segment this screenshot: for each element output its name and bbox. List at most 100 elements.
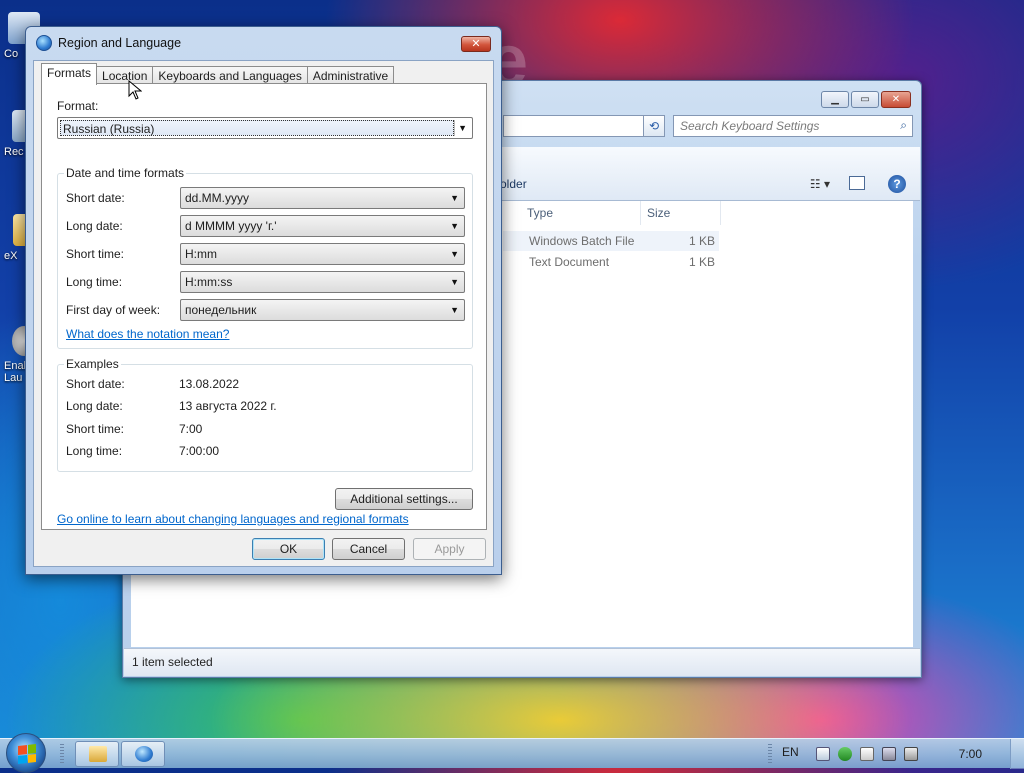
additional-settings-button[interactable]: Additional settings... — [335, 488, 473, 510]
explorer-close-button[interactable]: ✕ — [881, 91, 911, 108]
format-select[interactable]: Russian (Russia) ▼ — [57, 117, 473, 139]
search-input[interactable]: Search Keyboard Settings ⌕ — [673, 115, 913, 137]
formats-tab-panel: Format: Russian (Russia) ▼ Date and time… — [41, 83, 487, 530]
short-date-select[interactable]: dd.MM.yyyy ▼ — [180, 187, 465, 209]
chevron-down-icon: ▼ — [450, 221, 459, 231]
volume-muted-icon[interactable] — [904, 747, 918, 761]
folder-icon — [89, 746, 107, 762]
tray-grip[interactable] — [768, 744, 772, 764]
example-short-date-value: 13.08.2022 — [179, 377, 240, 391]
format-selected-value: Russian (Russia) — [60, 120, 454, 136]
search-icon[interactable]: ⌕ — [900, 118, 907, 133]
chevron-down-icon: ▼ — [458, 123, 467, 133]
globe-icon — [36, 35, 52, 51]
datetime-formats-group: Date and time formats Short date: dd.MM.… — [57, 166, 473, 349]
action-center-flag-icon[interactable] — [860, 747, 874, 761]
new-folder-button[interactable]: older — [500, 177, 527, 191]
status-text: 1 item selected — [132, 655, 213, 669]
notation-help-link[interactable]: What does the notation mean? — [66, 327, 229, 341]
column-header-size[interactable]: Size — [641, 201, 721, 225]
example-short-time-label: Short time: — [66, 422, 125, 436]
dialog-close-button[interactable]: ✕ — [461, 36, 491, 52]
windows-logo-icon — [18, 744, 36, 764]
first-day-of-week-value: понедельник — [185, 303, 257, 317]
language-indicator[interactable]: EN — [782, 745, 799, 759]
format-label: Format: — [57, 99, 99, 113]
example-long-time-value: 7:00:00 — [179, 444, 220, 458]
example-short-date-label: Short date: — [66, 377, 125, 391]
shield-icon[interactable] — [838, 747, 852, 761]
examples-group-title: Examples — [64, 357, 121, 371]
apply-button[interactable]: Apply — [413, 538, 486, 560]
explorer-caption-buttons: ▁ ▭ ✕ — [821, 91, 911, 108]
refresh-icon: ⟲ — [648, 119, 660, 133]
long-date-select[interactable]: d MMMM yyyy 'г.' ▼ — [180, 215, 465, 237]
keyboard-icon[interactable] — [816, 747, 830, 761]
help-icon: ? — [893, 177, 901, 191]
chevron-down-icon: ▼ — [450, 277, 459, 287]
example-long-time-label: Long time: — [66, 444, 123, 458]
short-date-value: dd.MM.yyyy — [185, 191, 250, 205]
short-date-label: Short date: — [66, 191, 125, 205]
combo-separator — [454, 120, 455, 136]
table-row[interactable]: Text Document 1 KB — [503, 252, 719, 272]
start-button[interactable] — [6, 733, 46, 773]
long-time-value: H:mm:ss — [185, 275, 233, 289]
long-date-value: d MMMM yyyy 'г.' — [185, 219, 277, 233]
short-time-value: H:mm — [185, 247, 217, 261]
region-language-dialog[interactable]: Region and Language ✕ Formats Location K… — [25, 26, 502, 575]
examples-group: Examples Short date: 13.08.2022 Long dat… — [57, 357, 473, 472]
example-long-date-value: 13 августа 2022 г. — [179, 399, 277, 413]
long-time-select[interactable]: H:mm:ss ▼ — [180, 271, 465, 293]
column-header-type[interactable]: Type — [521, 201, 641, 225]
file-size: 1 KB — [688, 234, 715, 248]
maximize-button[interactable]: ▭ — [851, 91, 879, 108]
help-button[interactable]: ? — [888, 175, 906, 193]
chevron-down-icon: ▼ — [450, 249, 459, 259]
minimize-icon: ▁ — [831, 94, 839, 105]
file-size: 1 KB — [688, 255, 715, 269]
refresh-button[interactable]: ⟲ — [643, 115, 665, 137]
table-row[interactable]: Windows Batch File 1 KB — [503, 231, 719, 251]
close-icon: ✕ — [471, 38, 481, 50]
change-view-button[interactable]: ☷ ▾ — [810, 177, 830, 191]
pointer-arrow-icon — [128, 80, 142, 100]
example-short-time-value: 7:00 — [179, 422, 203, 436]
status-bar: 1 item selected — [124, 648, 920, 676]
tab-formats[interactable]: Formats — [41, 63, 98, 85]
short-time-select[interactable]: H:mm ▼ — [180, 243, 465, 265]
long-date-label: Long date: — [66, 219, 123, 233]
long-time-label: Long time: — [66, 275, 123, 289]
dialog-titlebar[interactable]: Region and Language — [36, 35, 181, 51]
taskbar: EN 7:00 — [0, 733, 1024, 773]
file-type: Text Document — [529, 255, 610, 269]
view-list-icon: ☷ — [809, 177, 821, 191]
chevron-down-icon: ▼ — [450, 305, 459, 315]
online-help-link[interactable]: Go online to learn about changing langua… — [57, 512, 409, 526]
file-type: Windows Batch File — [529, 234, 635, 248]
dialog-title: Region and Language — [58, 36, 182, 50]
restore-icon: ▭ — [860, 94, 870, 105]
ok-button[interactable]: OK — [252, 538, 325, 560]
first-day-of-week-label: First day of week: — [66, 303, 161, 317]
network-icon[interactable] — [882, 747, 896, 761]
globe-icon — [135, 746, 153, 762]
taskbar-explorer-button[interactable] — [75, 741, 119, 767]
example-long-date-label: Long date: — [66, 399, 123, 413]
cancel-button[interactable]: Cancel — [332, 538, 405, 560]
show-desktop-button[interactable] — [1010, 739, 1024, 769]
preview-pane-button[interactable] — [849, 176, 865, 190]
address-bar[interactable]: ▼ — [503, 115, 663, 137]
close-icon: ✕ — [891, 94, 901, 105]
chevron-down-icon: ▾ — [823, 177, 830, 191]
chevron-down-icon: ▼ — [450, 193, 459, 203]
taskbar-grip[interactable] — [60, 744, 64, 764]
search-placeholder: Search Keyboard Settings — [680, 119, 820, 133]
short-time-label: Short time: — [66, 247, 125, 261]
minimize-button[interactable]: ▁ — [821, 91, 849, 108]
taskbar-region-language-button[interactable] — [121, 741, 165, 767]
first-day-of-week-select[interactable]: понедельник ▼ — [180, 299, 465, 321]
dialog-body: Formats Location Keyboards and Languages… — [33, 60, 494, 567]
datetime-group-title: Date and time formats — [64, 166, 187, 180]
clock[interactable]: 7:00 — [959, 747, 982, 761]
